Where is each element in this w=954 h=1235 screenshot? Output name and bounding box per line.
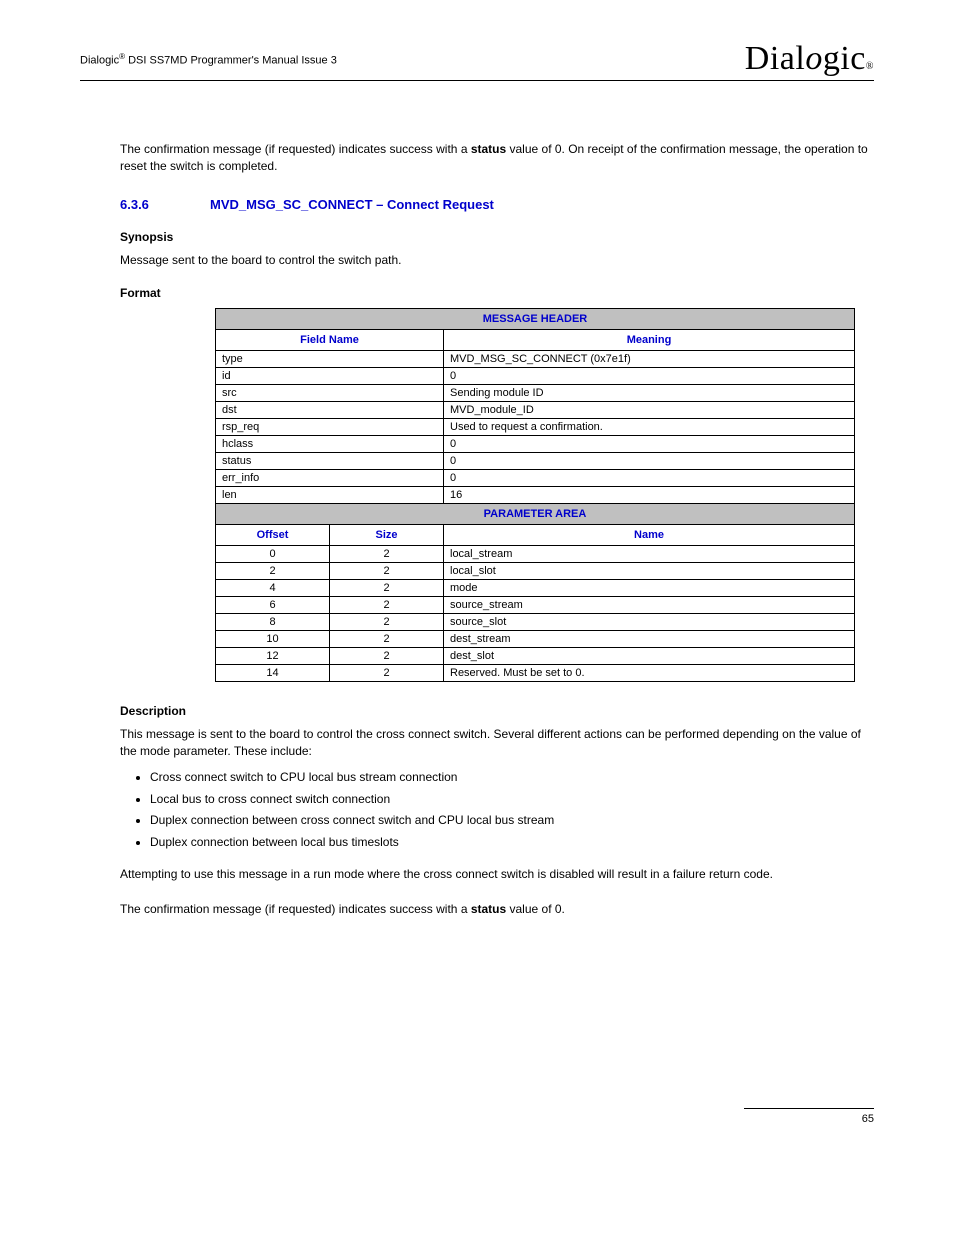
col-size: Size xyxy=(330,525,444,546)
cell-size: 2 xyxy=(330,665,444,682)
intro-paragraph: The confirmation message (if requested) … xyxy=(120,141,874,175)
cell-meaning: Used to request a confirmation. xyxy=(444,419,855,436)
para3-after: value of 0. xyxy=(506,902,565,916)
cell-name: source_slot xyxy=(444,614,855,631)
cell-field: len xyxy=(216,487,444,504)
table-row: id0 xyxy=(216,368,855,385)
header-product-prefix: Dialogic xyxy=(80,55,119,67)
table-row: 82source_slot xyxy=(216,614,855,631)
cell-size: 2 xyxy=(330,563,444,580)
page-footer: 65 xyxy=(744,1108,874,1125)
cell-offset: 12 xyxy=(216,648,330,665)
table-row: dstMVD_module_ID xyxy=(216,402,855,419)
table-row: err_info0 xyxy=(216,470,855,487)
table-row: len16 xyxy=(216,487,855,504)
cell-offset: 8 xyxy=(216,614,330,631)
logo-registered: ® xyxy=(866,61,874,72)
table-row: rsp_reqUsed to request a confirmation. xyxy=(216,419,855,436)
cell-field: id xyxy=(216,368,444,385)
header-doc-title: Dialogic® DSI SS7MD Programmer's Manual … xyxy=(80,40,337,67)
cell-meaning: 16 xyxy=(444,487,855,504)
cell-name: local_stream xyxy=(444,546,855,563)
parameter-area-title: PARAMETER AREA xyxy=(216,504,855,525)
cell-field: dst xyxy=(216,402,444,419)
table-row: 102dest_stream xyxy=(216,631,855,648)
list-item: Duplex connection between cross connect … xyxy=(150,813,874,829)
list-item: Duplex connection between local bus time… xyxy=(150,835,874,851)
intro-bold: status xyxy=(471,142,506,156)
table-row: 42mode xyxy=(216,580,855,597)
section-heading: 6.3.6MVD_MSG_SC_CONNECT – Connect Reques… xyxy=(120,197,874,212)
cell-size: 2 xyxy=(330,597,444,614)
section-title: MVD_MSG_SC_CONNECT – Connect Request xyxy=(210,197,494,212)
cell-size: 2 xyxy=(330,648,444,665)
cell-field: hclass xyxy=(216,436,444,453)
description-para2: Attempting to use this message in a run … xyxy=(120,866,874,883)
description-bullets: Cross connect switch to CPU local bus st… xyxy=(150,770,874,850)
dialogic-logo: Dialogic® xyxy=(745,40,874,78)
cell-field: rsp_req xyxy=(216,419,444,436)
cell-name: dest_stream xyxy=(444,631,855,648)
cell-meaning: 0 xyxy=(444,453,855,470)
cell-meaning: Sending module ID xyxy=(444,385,855,402)
col-name: Name xyxy=(444,525,855,546)
table-row: 142Reserved. Must be set to 0. xyxy=(216,665,855,682)
cell-field: status xyxy=(216,453,444,470)
synopsis-text: Message sent to the board to control the… xyxy=(120,252,874,269)
intro-text-before: The confirmation message (if requested) … xyxy=(120,142,471,156)
cell-field: src xyxy=(216,385,444,402)
table-row: typeMVD_MSG_SC_CONNECT (0x7e1f) xyxy=(216,351,855,368)
cell-meaning: MVD_MSG_SC_CONNECT (0x7e1f) xyxy=(444,351,855,368)
table-row: hclass0 xyxy=(216,436,855,453)
list-item: Cross connect switch to CPU local bus st… xyxy=(150,770,874,786)
cell-size: 2 xyxy=(330,631,444,648)
col-meaning: Meaning xyxy=(444,330,855,351)
message-table: MESSAGE HEADER Field Name Meaning typeMV… xyxy=(215,308,855,682)
cell-meaning: 0 xyxy=(444,470,855,487)
cell-size: 2 xyxy=(330,546,444,563)
col-field-name: Field Name xyxy=(216,330,444,351)
table-row: status0 xyxy=(216,453,855,470)
cell-meaning: 0 xyxy=(444,436,855,453)
cell-offset: 10 xyxy=(216,631,330,648)
table-row: 22local_slot xyxy=(216,563,855,580)
cell-offset: 14 xyxy=(216,665,330,682)
cell-offset: 6 xyxy=(216,597,330,614)
cell-name: mode xyxy=(444,580,855,597)
list-item: Local bus to cross connect switch connec… xyxy=(150,792,874,808)
cell-size: 2 xyxy=(330,614,444,631)
header-product-suffix: DSI SS7MD Programmer's Manual Issue 3 xyxy=(125,55,337,67)
cell-offset: 2 xyxy=(216,563,330,580)
table-row: 122dest_slot xyxy=(216,648,855,665)
cell-field: err_info xyxy=(216,470,444,487)
synopsis-heading: Synopsis xyxy=(120,230,874,244)
description-para1: This message is sent to the board to con… xyxy=(120,726,874,760)
cell-name: dest_slot xyxy=(444,648,855,665)
table-row: 62source_stream xyxy=(216,597,855,614)
cell-size: 2 xyxy=(330,580,444,597)
description-heading: Description xyxy=(120,704,874,718)
para3-before: The confirmation message (if requested) … xyxy=(120,902,471,916)
table-row: srcSending module ID xyxy=(216,385,855,402)
cell-meaning: 0 xyxy=(444,368,855,385)
format-heading: Format xyxy=(120,286,874,300)
cell-name: source_stream xyxy=(444,597,855,614)
cell-name: local_slot xyxy=(444,563,855,580)
page-header: Dialogic® DSI SS7MD Programmer's Manual … xyxy=(80,40,874,81)
page-number: 65 xyxy=(862,1113,874,1125)
section-number: 6.3.6 xyxy=(120,197,210,212)
cell-offset: 0 xyxy=(216,546,330,563)
cell-meaning: MVD_module_ID xyxy=(444,402,855,419)
cell-offset: 4 xyxy=(216,580,330,597)
cell-name: Reserved. Must be set to 0. xyxy=(444,665,855,682)
message-header-title: MESSAGE HEADER xyxy=(216,309,855,330)
col-offset: Offset xyxy=(216,525,330,546)
cell-field: type xyxy=(216,351,444,368)
description-para3: The confirmation message (if requested) … xyxy=(120,901,874,918)
table-row: 02local_stream xyxy=(216,546,855,563)
para3-bold: status xyxy=(471,902,506,916)
